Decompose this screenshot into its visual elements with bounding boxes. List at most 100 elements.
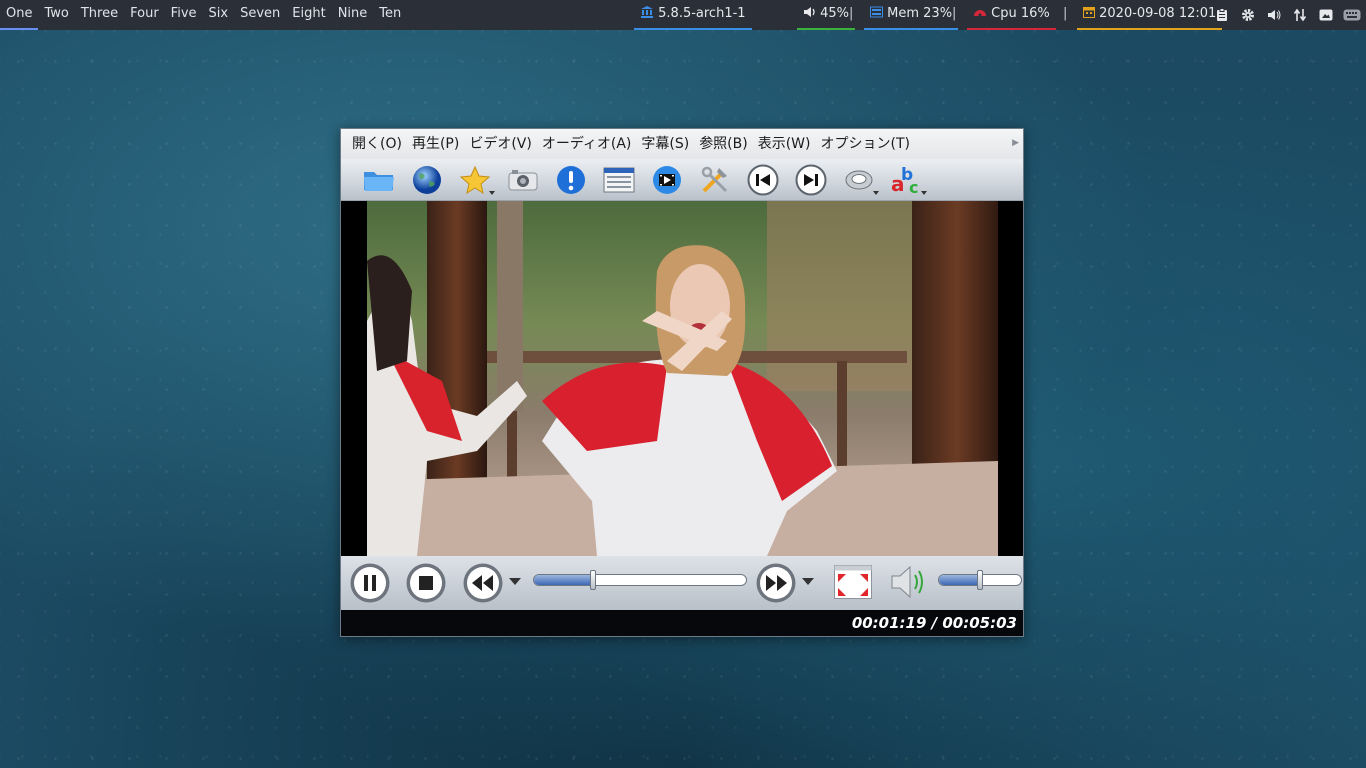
previous-item-button[interactable] xyxy=(739,160,787,200)
fullscreen-button[interactable] xyxy=(834,565,872,599)
video-frame xyxy=(367,201,998,556)
workspace-list: One Two Three Four Five Six Seven Eight … xyxy=(0,0,407,30)
time-total: 00:05:03 xyxy=(942,614,1017,632)
clipboard-icon[interactable] xyxy=(1212,5,1232,25)
system-tray xyxy=(1212,0,1362,30)
volume-percent: 45% xyxy=(820,6,850,21)
video-preferences-button[interactable] xyxy=(643,160,691,200)
screenshot-button[interactable] xyxy=(499,160,547,200)
menu-video[interactable]: ビデオ(V) xyxy=(464,129,537,159)
tools-icon xyxy=(701,166,728,192)
workspace-five[interactable]: Five xyxy=(165,0,203,30)
menu-view[interactable]: 表示(W) xyxy=(753,129,816,159)
cpu-widget: Cpu 16% xyxy=(967,0,1056,30)
workspace-ten[interactable]: Ten xyxy=(373,0,407,30)
chevron-down-icon xyxy=(921,190,927,195)
network-arrows-icon[interactable] xyxy=(1290,5,1310,25)
globe-icon xyxy=(413,165,441,194)
workspace-six[interactable]: Six xyxy=(203,0,235,30)
open-folder-button[interactable] xyxy=(355,160,403,200)
preferences-button[interactable] xyxy=(691,160,739,200)
previous-icon xyxy=(747,164,779,195)
rewind-menu-chevron-down-icon[interactable] xyxy=(509,578,521,586)
star-icon xyxy=(459,165,491,194)
menu-browse[interactable]: 参照(B) xyxy=(694,129,753,159)
stop-button[interactable] xyxy=(405,562,447,604)
top-panel: One Two Three Four Five Six Seven Eight … xyxy=(0,0,1366,30)
speaker-icon[interactable] xyxy=(1264,5,1284,25)
menu-overflow-arrow-icon[interactable]: ▶ xyxy=(1012,138,1019,148)
menu-subtitles[interactable]: 字幕(S) xyxy=(636,129,694,159)
folder-icon xyxy=(364,171,394,191)
menu-play[interactable]: 再生(P) xyxy=(407,129,464,159)
chevron-down-icon xyxy=(489,190,495,195)
cpu-usage: Cpu 16% xyxy=(991,6,1050,21)
date-time: 2020-09-08 12:01 xyxy=(1099,6,1217,21)
workspace-two[interactable]: Two xyxy=(38,0,74,30)
subtitles-button[interactable]: abc xyxy=(883,160,931,200)
panel-separator: | xyxy=(1063,6,1068,21)
keyboard-icon[interactable] xyxy=(1342,5,1362,25)
kernel-icon xyxy=(641,6,653,18)
next-icon xyxy=(795,164,827,195)
playlist-icon xyxy=(603,167,635,192)
time-current: 00:01:19 xyxy=(851,614,927,632)
forward-menu-chevron-down-icon[interactable] xyxy=(802,578,814,586)
menu-open[interactable]: 開く(O) xyxy=(347,129,407,159)
clock-widget[interactable]: 2020-09-08 12:01 xyxy=(1077,0,1223,30)
media-player-window: 開く(O) 再生(P) ビデオ(V) オーディオ(A) 字幕(S) 参照(B) … xyxy=(340,128,1024,637)
fast-forward-button[interactable] xyxy=(755,562,797,604)
status-bar: 00:01:19 / 00:05:03 xyxy=(341,610,1023,636)
open-url-button[interactable] xyxy=(403,160,451,200)
camera-icon xyxy=(508,169,538,190)
memory-usage: Mem 23% xyxy=(887,6,953,21)
subtitles-icon: abc xyxy=(891,165,918,196)
workspace-eight[interactable]: Eight xyxy=(286,0,331,30)
svg-text:c: c xyxy=(909,178,918,196)
playback-controls xyxy=(341,556,1023,610)
panel-separator: | xyxy=(952,6,957,21)
display-icon[interactable] xyxy=(1316,5,1336,25)
playlist-button[interactable] xyxy=(595,160,643,200)
info-button[interactable] xyxy=(547,160,595,200)
video-area[interactable] xyxy=(341,201,1023,556)
rewind-button[interactable] xyxy=(462,562,504,604)
pause-button[interactable] xyxy=(349,562,391,604)
audio-track-button[interactable] xyxy=(835,160,883,200)
menu-bar: 開く(O) 再生(P) ビデオ(V) オーディオ(A) 字幕(S) 参照(B) … xyxy=(341,129,1023,159)
info-icon xyxy=(557,165,585,194)
audio-track-icon xyxy=(845,170,873,189)
stop-icon xyxy=(419,576,433,590)
pause-icon xyxy=(364,575,368,591)
toolbar: abc xyxy=(341,159,1023,201)
workspace-seven[interactable]: Seven xyxy=(234,0,286,30)
gear-icon[interactable] xyxy=(1238,5,1258,25)
menu-audio[interactable]: オーディオ(A) xyxy=(537,129,637,159)
chevron-down-icon xyxy=(873,190,879,195)
mute-button[interactable] xyxy=(888,563,928,601)
workspace-three[interactable]: Three xyxy=(75,0,124,30)
video-still xyxy=(367,201,998,556)
memory-icon xyxy=(870,6,883,18)
favorites-button[interactable] xyxy=(451,160,499,200)
volume-level xyxy=(939,575,980,585)
panel-separator: | xyxy=(849,6,854,21)
memory-widget: Mem 23% xyxy=(864,0,959,30)
volume-widget[interactable]: 45% xyxy=(797,0,856,30)
next-item-button[interactable] xyxy=(787,160,835,200)
cpu-icon xyxy=(974,10,986,17)
kernel-widget: 5.8.5-arch1-1 xyxy=(634,0,752,30)
volume-handle[interactable] xyxy=(977,570,983,590)
volume-icon xyxy=(804,7,815,17)
menu-options[interactable]: オプション(T) xyxy=(816,129,915,159)
video-file-icon xyxy=(653,165,681,194)
time-separator: / xyxy=(926,614,943,632)
workspace-four[interactable]: Four xyxy=(124,0,165,30)
workspace-one[interactable]: One xyxy=(0,0,39,30)
calendar-icon xyxy=(1083,7,1095,18)
speaker-icon xyxy=(891,565,911,599)
seek-progress xyxy=(534,575,594,585)
seek-handle[interactable] xyxy=(589,570,596,590)
seek-bar[interactable] xyxy=(533,574,747,586)
workspace-nine[interactable]: Nine xyxy=(332,0,374,30)
